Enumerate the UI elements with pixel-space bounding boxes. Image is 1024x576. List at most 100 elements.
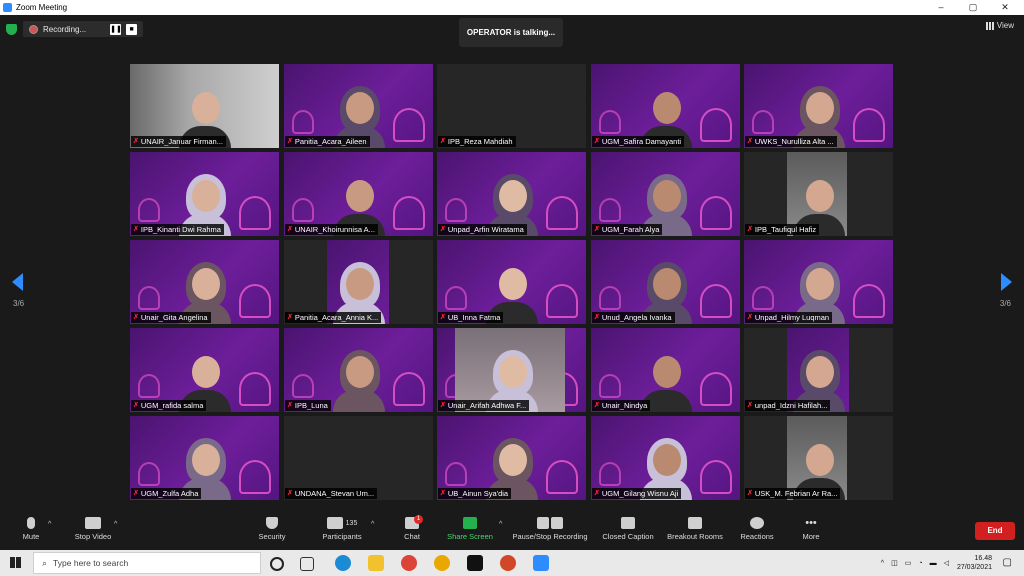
participant-name-label: ✗ USK_M. Febrian Ar Ra... <box>745 488 841 499</box>
participants-button[interactable]: 135 Participants <box>318 517 366 541</box>
participant-tile[interactable]: ✗ Unair_Nindya <box>591 328 740 412</box>
windows-start-icon[interactable] <box>10 557 21 568</box>
closed-caption-icon <box>621 517 635 529</box>
share-options-chevron-icon[interactable]: ^ <box>499 521 502 528</box>
file-explorer-icon[interactable] <box>368 555 384 571</box>
participant-name-label: ✗ IPB_Kinanti Dwi Rahma <box>131 224 224 235</box>
participant-name-label: ✗ IPB_Taufiqul Hafiz <box>745 224 820 235</box>
share-screen-label: Share Screen <box>447 532 493 541</box>
previous-page-arrow-icon[interactable] <box>12 273 23 291</box>
pause-stop-recording-button[interactable]: Pause/Stop Recording <box>508 517 592 541</box>
security-button[interactable]: Security <box>254 517 290 541</box>
participant-name: Unpad_Arfin Wiratama <box>447 225 524 234</box>
participant-tile[interactable]: ✗ UB_Inna Fatma <box>437 240 586 324</box>
view-button[interactable]: View <box>985 21 1014 30</box>
battery-icon[interactable]: ▬ <box>930 560 937 567</box>
participant-tile[interactable]: ✗ Panitia_Acara_Aileen <box>284 64 433 148</box>
taskbar-clock[interactable]: 16.48 27/03/2021 <box>957 554 992 572</box>
participant-tile[interactable]: ✗ Panitia_Acara_Annia K... <box>284 240 433 324</box>
zoom-taskbar-icon[interactable] <box>533 555 549 571</box>
participant-tile[interactable]: ✗ USK_M. Febrian Ar Ra... <box>744 416 893 500</box>
zoom-app-icon <box>3 3 12 12</box>
participant-tile[interactable]: ✗ UWKS_Nurulliza Alta ... <box>744 64 893 148</box>
participant-tile[interactable]: ✗ Unpad_Arfin Wiratama <box>437 152 586 236</box>
participant-name: USK_M. Febrian Ar Ra... <box>754 489 838 498</box>
participant-tile[interactable]: ✗ IPB_Kinanti Dwi Rahma <box>130 152 279 236</box>
cortana-icon[interactable] <box>270 557 284 571</box>
volume-icon[interactable]: ◁ <box>944 559 949 567</box>
muted-mic-icon: ✗ <box>594 314 600 321</box>
closed-caption-button[interactable]: Closed Caption <box>599 517 657 541</box>
powerpoint-icon[interactable] <box>500 555 516 571</box>
participant-tile[interactable]: ✗ IPB_Luna <box>284 328 433 412</box>
audio-options-chevron-icon[interactable]: ^ <box>48 521 51 528</box>
participants-count: 135 <box>345 519 358 527</box>
search-icon: ⌕ <box>42 557 48 568</box>
security-tray-icon[interactable]: ◫ <box>891 559 898 567</box>
participant-tile[interactable]: ✗ Unair_Arifah Adhwa F... <box>437 328 586 412</box>
network-icon[interactable]: ◔ <box>918 560 922 567</box>
share-screen-icon <box>463 517 477 529</box>
chat-button[interactable]: 1 Chat <box>398 515 426 541</box>
notion-icon[interactable] <box>467 555 483 571</box>
stop-video-button[interactable]: Stop Video <box>70 517 116 541</box>
task-view-icon[interactable] <box>300 557 314 571</box>
neon-palm-graphic <box>239 460 271 494</box>
participant-tile[interactable]: ✗ unpad_Idzni Hafilah... <box>744 328 893 412</box>
encryption-shield-icon[interactable] <box>6 23 17 35</box>
next-page-arrow-icon[interactable] <box>1001 273 1012 291</box>
participant-tile[interactable]: ✗ UNAIR_Khoirunnisa A... <box>284 152 433 236</box>
participant-tile[interactable]: ✗ Unpad_Hilmy Luqman <box>744 240 893 324</box>
meet-now-icon[interactable]: ▭ <box>905 559 912 567</box>
participant-tile[interactable]: ✗ UGM_Farah Alya <box>591 152 740 236</box>
participant-tile[interactable]: ✗ UGM_rafida salma <box>130 328 279 412</box>
participant-name: IPB_Reza Mahdiah <box>447 137 513 146</box>
participant-tile[interactable]: ✗ UNDANA_Stevan Um... <box>284 416 433 500</box>
edge-browser-icon[interactable] <box>335 555 351 571</box>
participant-name: UGM_Gilang Wisnu Aji <box>601 489 679 498</box>
minimize-button[interactable]: – <box>926 0 956 15</box>
neon-palm-graphic <box>700 284 732 318</box>
participant-tile[interactable]: ✗ UNAIR_Januar Firman... <box>130 64 279 148</box>
participant-tile[interactable]: ✗ UB_Ainun Sya'dia <box>437 416 586 500</box>
mute-button[interactable]: Mute <box>19 517 43 541</box>
participant-tile[interactable]: ✗ IPB_Taufiqul Hafiz <box>744 152 893 236</box>
app-triangle-icon[interactable] <box>434 555 450 571</box>
video-options-chevron-icon[interactable]: ^ <box>114 521 117 528</box>
chrome-browser-icon[interactable] <box>401 555 417 571</box>
participant-name-label: ✗ IPB_Reza Mahdiah <box>438 136 516 147</box>
windows-taskbar: ⌕ Type here to search ^ ◫ ▭ ◔ ▬ ◁ 16.48 … <box>0 550 1024 576</box>
show-hidden-icons-chevron-icon[interactable]: ^ <box>881 560 884 567</box>
participant-tile[interactable]: ✗ IPB_Reza Mahdiah <box>437 64 586 148</box>
participant-tile[interactable]: ✗ UGM_Gilang Wisnu Aji <box>591 416 740 500</box>
participant-name-label: ✗ Unair_Nindya <box>592 400 651 411</box>
close-window-button[interactable]: ✕ <box>990 0 1020 15</box>
reactions-button[interactable]: Reactions <box>738 517 776 541</box>
muted-mic-icon: ✗ <box>594 138 600 145</box>
muted-mic-icon: ✗ <box>133 314 139 321</box>
taskbar-search-box[interactable]: ⌕ Type here to search <box>33 552 261 574</box>
breakout-rooms-button[interactable]: Breakout Rooms <box>664 517 726 541</box>
participant-tile[interactable]: ✗ UGM_Zulfa Adha <box>130 416 279 500</box>
participant-tile[interactable]: ✗ Unud_Angela Ivanka <box>591 240 740 324</box>
end-meeting-button[interactable]: End <box>975 522 1015 540</box>
maximize-button[interactable]: ▢ <box>958 0 988 15</box>
participants-options-chevron-icon[interactable]: ^ <box>371 521 374 528</box>
participant-tile[interactable]: ✗ UGM_Safira Damayanti <box>591 64 740 148</box>
participant-name: UGM_Farah Alya <box>601 225 660 234</box>
more-button[interactable]: ••• More <box>797 517 825 541</box>
muted-mic-icon: ✗ <box>440 226 446 233</box>
participant-name: UGM_Safira Damayanti <box>601 137 682 146</box>
participant-tile[interactable]: ✗ Unair_Gita Angelina <box>130 240 279 324</box>
neon-palm-graphic <box>599 374 621 398</box>
participant-name-label: ✗ UGM_rafida salma <box>131 400 207 411</box>
stop-recording-icon[interactable]: ■ <box>126 23 138 35</box>
neon-palm-graphic <box>138 462 160 486</box>
participant-name: Unair_Nindya <box>601 401 648 410</box>
pause-recording-icon[interactable]: ❚❚ <box>110 23 122 35</box>
participant-name: Unpad_Hilmy Luqman <box>754 313 830 322</box>
share-screen-button[interactable]: Share Screen <box>445 517 495 541</box>
muted-mic-icon: ✗ <box>440 402 446 409</box>
recording-dot-icon <box>29 24 38 34</box>
notification-center-icon[interactable]: ▢ <box>1003 557 1012 568</box>
